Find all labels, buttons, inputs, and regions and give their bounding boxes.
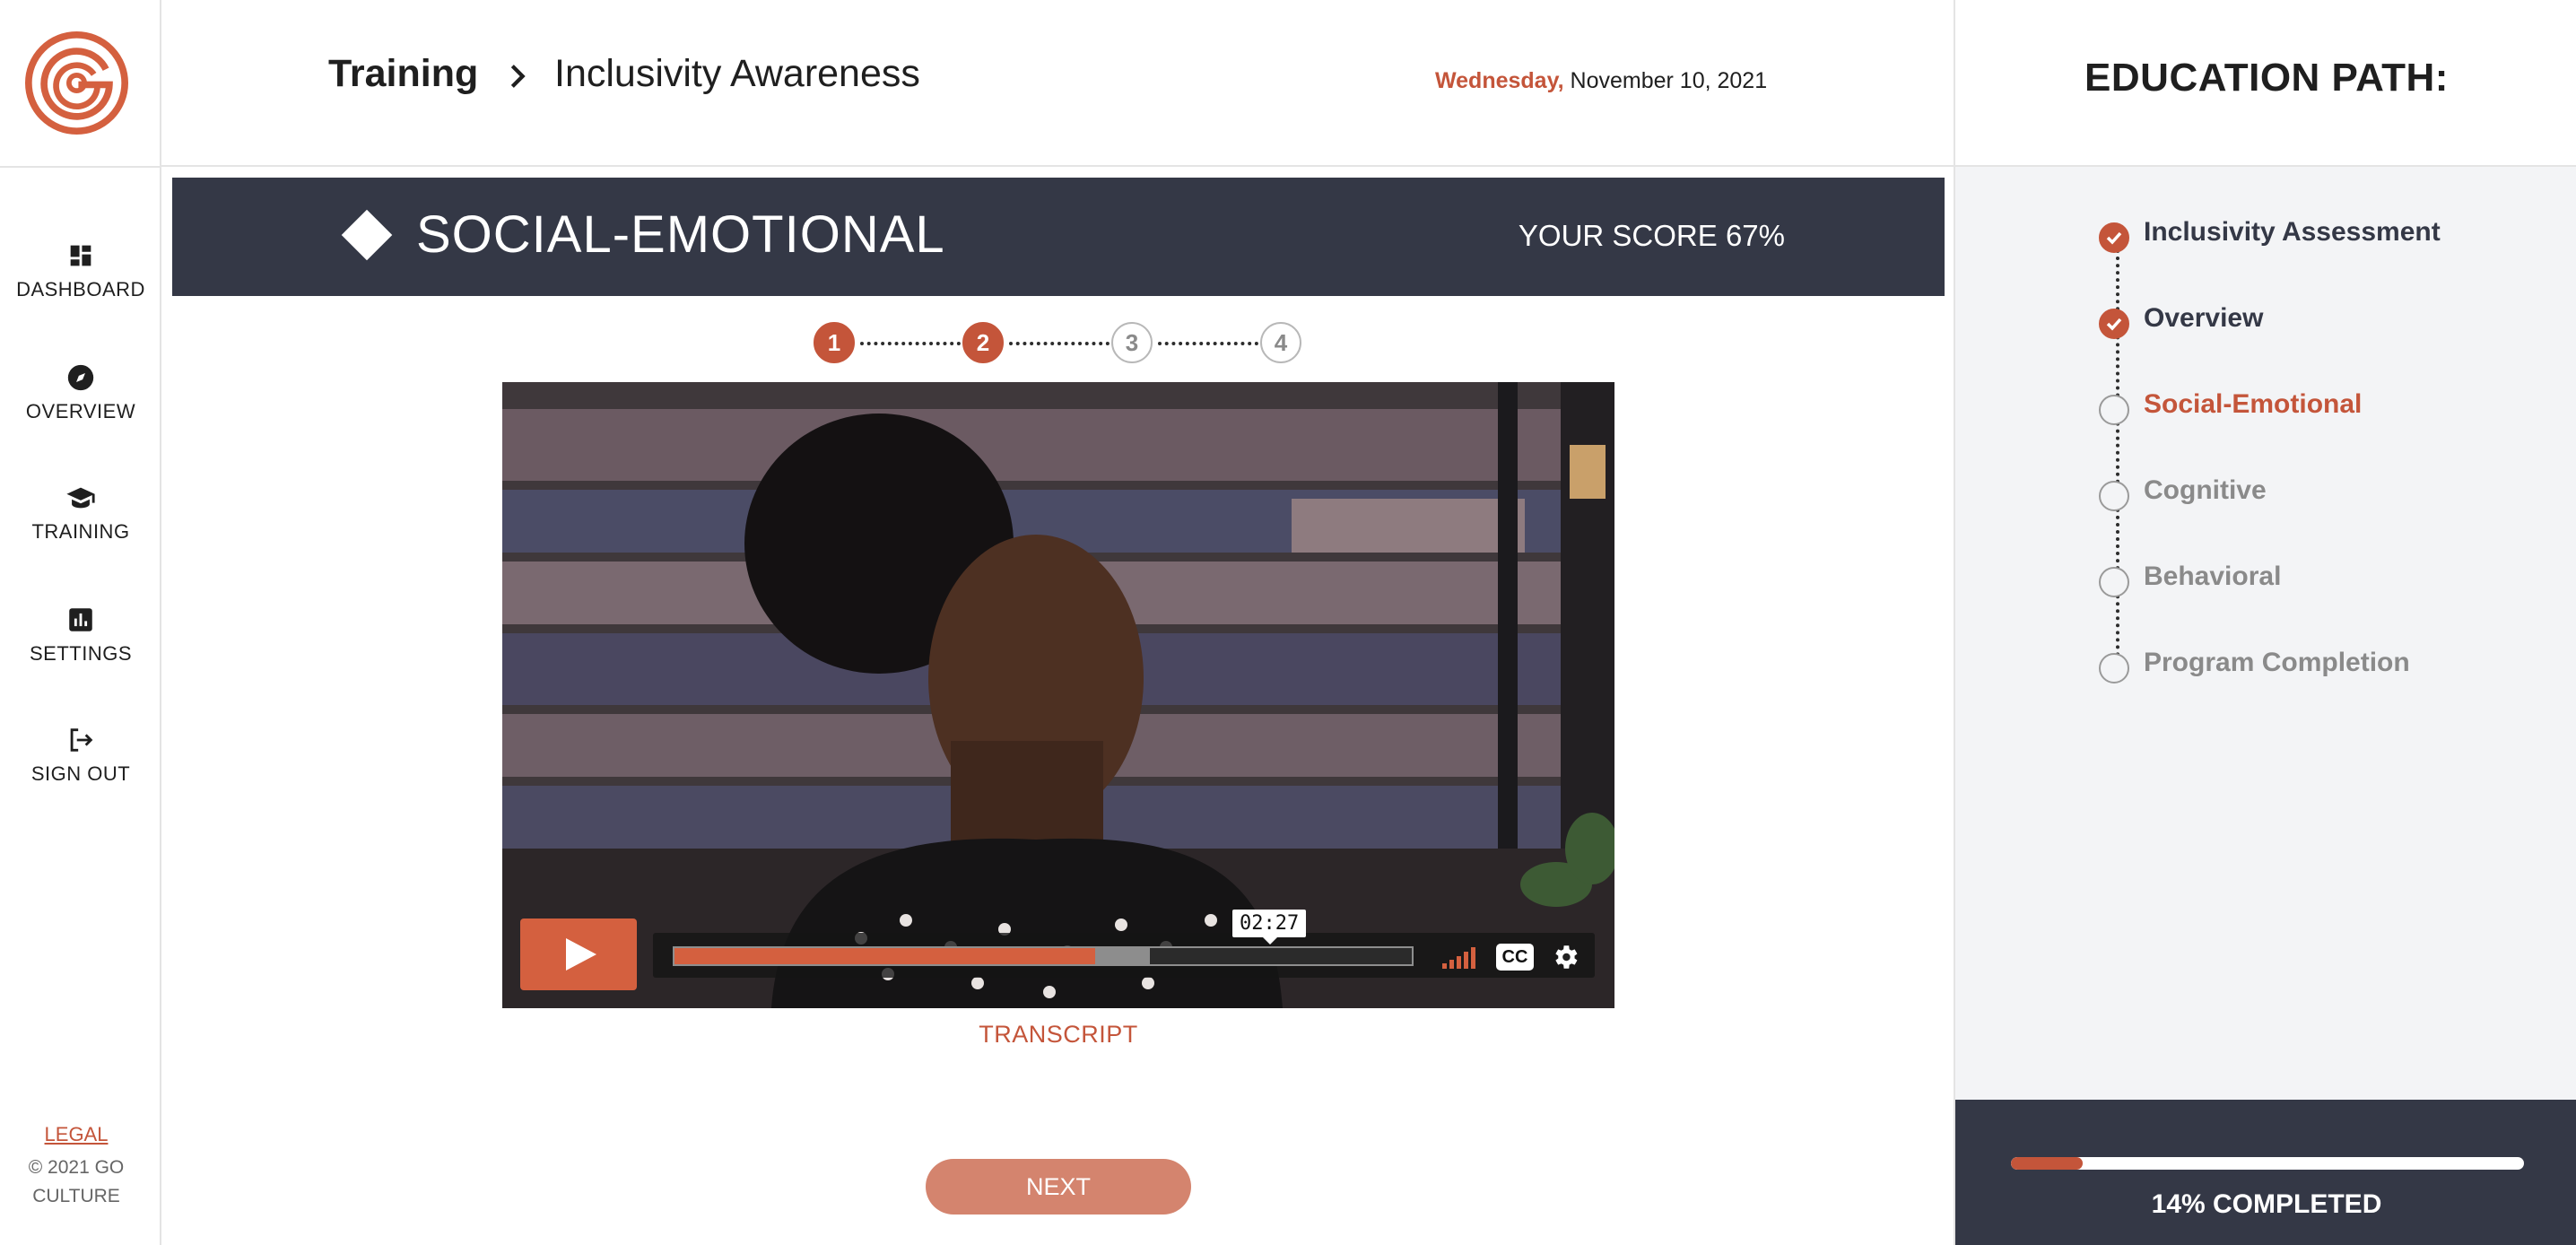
- date-weekday: Wednesday,: [1435, 68, 1564, 93]
- step-2[interactable]: 2: [962, 322, 1004, 363]
- time-tooltip: 02:27: [1232, 910, 1307, 945]
- module-banner: SOCIAL-EMOTIONAL YOUR SCORE 67%: [172, 178, 1945, 296]
- check-icon: [2099, 309, 2129, 339]
- path-item-program-completion[interactable]: Program Completion: [2099, 648, 2547, 683]
- path-item-label: Cognitive: [2144, 475, 2267, 505]
- path-item-label: Behavioral: [2144, 562, 2282, 591]
- legal-link[interactable]: LEGAL: [0, 1123, 152, 1146]
- step-4[interactable]: 4: [1260, 322, 1301, 363]
- path-item-behavioral[interactable]: Behavioral: [2099, 562, 2547, 597]
- current-date: Wednesday, November 10, 2021: [1435, 68, 1767, 94]
- path-item-label: Program Completion: [2144, 648, 2410, 677]
- empty-circle-icon: [2099, 395, 2129, 425]
- check-icon: [2099, 222, 2129, 253]
- video-frame: [502, 382, 1614, 1008]
- education-path-panel: EDUCATION PATH: Inclusivity Assessment O…: [1954, 0, 2576, 1245]
- sidebar-item-training[interactable]: TRAINING: [0, 483, 161, 544]
- gear-icon[interactable]: [1550, 942, 1580, 972]
- step-1[interactable]: 1: [814, 322, 855, 363]
- step-indicator: 1 2 3 4: [814, 320, 1307, 365]
- step-connector: [860, 342, 961, 345]
- path-item-overview[interactable]: Overview: [2099, 303, 2547, 339]
- played-bar: [674, 948, 1095, 964]
- sidebar-item-overview[interactable]: OVERVIEW: [0, 362, 161, 423]
- sidebar-item-label: SETTINGS: [29, 642, 132, 665]
- step-connector: [1009, 342, 1110, 345]
- path-item-inclusivity-assessment[interactable]: Inclusivity Assessment: [2099, 217, 2547, 253]
- path-item-label: Overview: [2144, 303, 2264, 333]
- next-button[interactable]: NEXT: [926, 1159, 1191, 1215]
- sidebar-item-label: OVERVIEW: [25, 400, 136, 422]
- graduation-cap-icon: [66, 487, 95, 509]
- completion-progress-bar: [2011, 1157, 2524, 1170]
- path-item-label: Social-Emotional: [2144, 389, 2363, 419]
- transcript-link[interactable]: TRANSCRIPT: [502, 1021, 1614, 1049]
- sidebar-item-settings[interactable]: SETTINGS: [0, 605, 161, 666]
- education-path-title: EDUCATION PATH:: [2084, 56, 2449, 100]
- bar-chart-icon: [69, 608, 92, 631]
- copyright-text: © 2021 GO CULTURE: [28, 1157, 125, 1206]
- completion-panel: 14% COMPLETED: [1955, 1100, 2576, 1245]
- play-icon: [566, 938, 596, 971]
- play-button[interactable]: [520, 919, 637, 990]
- header: Training Inclusivity Awareness Wednesday…: [161, 0, 1954, 167]
- path-item-label: Inclusivity Assessment: [2144, 217, 2441, 247]
- step-connector: [1158, 342, 1258, 345]
- sidebar-item-sign-out[interactable]: SIGN OUT: [0, 725, 161, 786]
- completion-label: 14% COMPLETED: [2151, 1189, 2382, 1219]
- completion-progress-fill: [2011, 1157, 2084, 1170]
- sidebar: DASHBOARD OVERVIEW TRAINING SETTINGS SIG…: [0, 0, 161, 1245]
- go-culture-logo[interactable]: [25, 31, 128, 135]
- empty-circle-icon: [2099, 481, 2129, 511]
- education-path-header: EDUCATION PATH:: [1955, 0, 2576, 167]
- closed-captions-button[interactable]: CC: [1496, 944, 1534, 971]
- breadcrumb-current: Inclusivity Awareness: [554, 52, 920, 95]
- sidebar-item-label: DASHBOARD: [16, 278, 145, 300]
- path-item-cognitive[interactable]: Cognitive: [2099, 475, 2547, 511]
- diamond-icon: [341, 209, 393, 261]
- dashboard-icon: [70, 245, 91, 266]
- sign-out-icon: [70, 728, 93, 752]
- date-text: November 10, 2021: [1563, 68, 1768, 93]
- sidebar-divider: [0, 166, 161, 168]
- video-player[interactable]: 02:27 CC: [502, 382, 1614, 1008]
- compass-icon: [67, 364, 94, 391]
- module-title: SOCIAL-EMOTIONAL: [416, 205, 945, 264]
- sidebar-item-dashboard[interactable]: DASHBOARD: [0, 240, 161, 301]
- app-root: DASHBOARD OVERVIEW TRAINING SETTINGS SIG…: [0, 0, 2576, 1245]
- score-text: YOUR SCORE 67%: [1518, 219, 1785, 252]
- video-controls: 02:27 CC: [653, 910, 1595, 978]
- step-3[interactable]: 3: [1111, 322, 1153, 363]
- empty-circle-icon: [2099, 653, 2129, 683]
- video-scrubber[interactable]: 02:27: [673, 910, 1414, 966]
- sidebar-item-label: SIGN OUT: [30, 762, 131, 785]
- chevron-right-icon: [510, 65, 526, 88]
- sidebar-item-label: TRAINING: [31, 520, 130, 543]
- breadcrumb-training[interactable]: Training: [328, 52, 478, 96]
- empty-circle-icon: [2099, 567, 2129, 597]
- volume-icon[interactable]: [1440, 945, 1484, 969]
- path-item-social-emotional[interactable]: Social-Emotional: [2099, 389, 2547, 425]
